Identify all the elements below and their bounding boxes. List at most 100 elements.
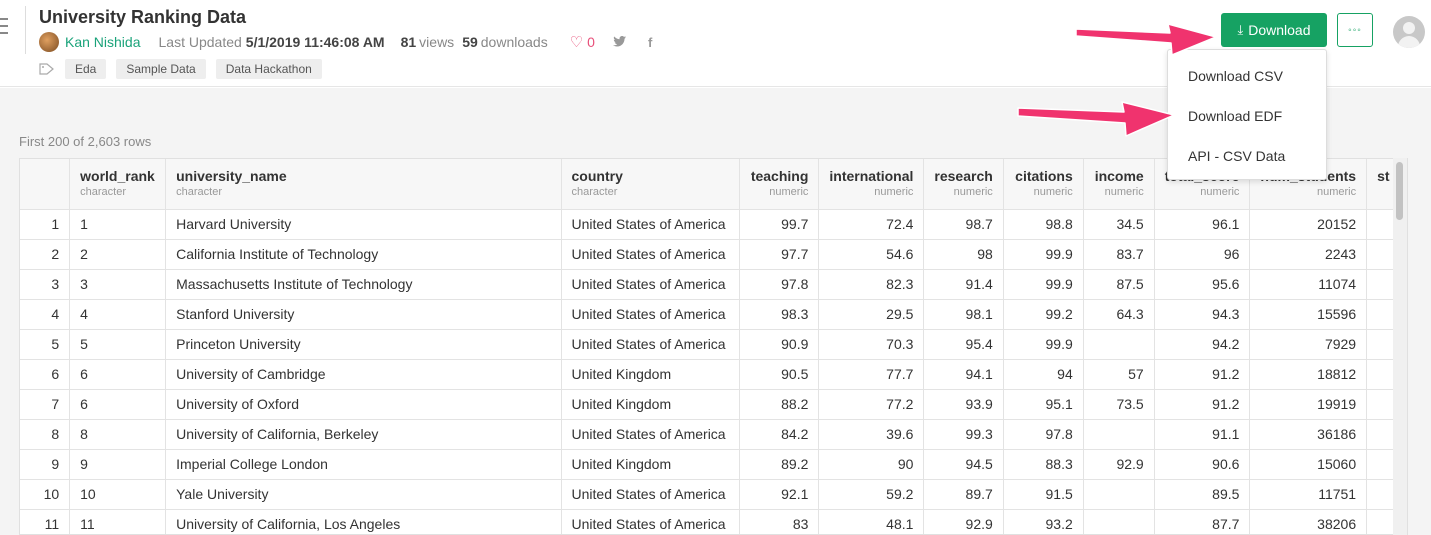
table-cell[interactable]: 98.8 (1003, 209, 1084, 240)
table-cell[interactable]: 93.2 (1003, 509, 1084, 534)
table-cell[interactable]: 72.4 (818, 209, 925, 240)
heart-icon[interactable]: ♡ (570, 33, 583, 51)
table-cell[interactable]: 57 (1083, 359, 1155, 390)
table-cell[interactable]: 84.2 (739, 419, 820, 450)
download-edf-item[interactable]: Download EDF (1188, 108, 1282, 124)
table-cell[interactable]: 29.5 (818, 299, 925, 330)
column-header[interactable]: world_rank character (69, 159, 167, 210)
table-cell[interactable]: 97.8 (739, 269, 820, 300)
table-cell[interactable]: 98.7 (923, 209, 1004, 240)
scrollbar-thumb[interactable] (1396, 162, 1403, 220)
table-row[interactable]: 1 1 Harvard University United States of Ame… (20, 209, 1407, 240)
column-header[interactable]: international numeric (818, 159, 925, 210)
table-cell[interactable]: 97.7 (739, 239, 820, 270)
table-row[interactable]: 10 10 Yale University United States of Amer… (20, 479, 1407, 510)
api-csv-data-item[interactable]: API - CSV Data (1188, 148, 1285, 164)
table-cell[interactable]: 70.3 (818, 329, 925, 360)
table-cell[interactable]: Massachusetts Institute of Technology (165, 269, 562, 300)
tag-chip[interactable]: Eda (65, 59, 107, 79)
table-cell[interactable]: 99.9 (1003, 269, 1084, 300)
table-cell[interactable]: 1 (69, 209, 167, 240)
table-cell[interactable]: 91.5 (1003, 479, 1084, 510)
table-cell[interactable]: 96 (1154, 239, 1251, 270)
table-row[interactable]: 11 11 University of California, Los Angele… (20, 509, 1407, 534)
table-cell[interactable]: 10 (69, 479, 167, 510)
author-link[interactable]: Kan Nishida (65, 34, 141, 50)
table-cell[interactable] (1083, 479, 1155, 510)
table-cell[interactable]: 92.1 (739, 479, 820, 510)
table-cell[interactable]: 8 (69, 419, 167, 450)
table-cell[interactable]: United States of America (561, 299, 741, 330)
table-cell[interactable]: 2243 (1249, 239, 1368, 270)
table-cell[interactable]: 36186 (1249, 419, 1368, 450)
table-cell[interactable]: 6 (69, 359, 167, 390)
table-cell[interactable]: 54.6 (818, 239, 925, 270)
table-cell[interactable]: 97.8 (1003, 419, 1084, 450)
vertical-scrollbar[interactable] (1393, 158, 1407, 535)
table-cell[interactable]: 94.1 (923, 359, 1004, 390)
table-cell[interactable]: 34.5 (1083, 209, 1155, 240)
table-cell[interactable]: 88.2 (739, 389, 820, 420)
table-cell[interactable]: 91.2 (1154, 359, 1251, 390)
table-cell[interactable]: 93.9 (923, 389, 1004, 420)
table-cell[interactable]: 92.9 (923, 509, 1004, 534)
user-avatar[interactable] (1393, 16, 1425, 48)
table-cell[interactable]: 64.3 (1083, 299, 1155, 330)
table-cell[interactable]: 83 (739, 509, 820, 534)
table-cell[interactable]: 11074 (1249, 269, 1368, 300)
tag-chip[interactable]: Sample Data (116, 59, 206, 79)
table-cell[interactable]: 96.1 (1154, 209, 1251, 240)
table-cell[interactable]: 9 (69, 449, 167, 480)
table-cell[interactable]: 87.7 (1154, 509, 1251, 534)
table-cell[interactable]: United Kingdom (561, 389, 741, 420)
table-cell[interactable]: 39.6 (818, 419, 925, 450)
table-cell[interactable]: 98.1 (923, 299, 1004, 330)
table-cell[interactable]: 18812 (1249, 359, 1368, 390)
table-cell[interactable]: 87.5 (1083, 269, 1155, 300)
table-cell[interactable]: 99.7 (739, 209, 820, 240)
table-cell[interactable]: 77.7 (818, 359, 925, 390)
table-row[interactable]: 9 9 Imperial College London United Kingdom 8… (20, 449, 1407, 480)
table-row[interactable]: 6 6 University of Cambridge United Kingdom 9… (20, 359, 1407, 390)
table-row[interactable]: 3 3 Massachusetts Institute of Technology U… (20, 269, 1407, 300)
table-cell[interactable]: 83.7 (1083, 239, 1155, 270)
table-cell[interactable]: 91.1 (1154, 419, 1251, 450)
column-header[interactable]: citations numeric (1003, 159, 1084, 210)
table-cell[interactable]: 38206 (1249, 509, 1368, 534)
table-cell[interactable] (1083, 419, 1155, 450)
table-cell[interactable]: 4 (69, 299, 167, 330)
table-cell[interactable]: Harvard University (165, 209, 562, 240)
table-cell[interactable]: 98 (923, 239, 1004, 270)
table-cell[interactable] (1083, 509, 1155, 534)
table-cell[interactable]: 48.1 (818, 509, 925, 534)
more-options-button[interactable]: ◦◦◦ (1337, 13, 1373, 47)
table-cell[interactable]: 95.4 (923, 329, 1004, 360)
table-cell[interactable]: 94.3 (1154, 299, 1251, 330)
table-row[interactable]: 8 8 University of California, Berkeley Unit… (20, 419, 1407, 450)
table-cell[interactable]: 90.5 (739, 359, 820, 390)
table-cell[interactable]: 91.2 (1154, 389, 1251, 420)
table-cell[interactable]: 95.1 (1003, 389, 1084, 420)
table-cell[interactable]: 59.2 (818, 479, 925, 510)
table-cell[interactable]: 11 (69, 509, 167, 534)
table-cell[interactable]: 77.2 (818, 389, 925, 420)
table-cell[interactable]: 89.2 (739, 449, 820, 480)
twitter-icon[interactable] (612, 35, 626, 50)
table-cell[interactable]: 7929 (1249, 329, 1368, 360)
table-cell[interactable]: United Kingdom (561, 449, 741, 480)
table-cell[interactable]: Princeton University (165, 329, 562, 360)
table-cell[interactable]: 6 (69, 389, 167, 420)
table-cell[interactable]: United States of America (561, 329, 741, 360)
table-cell[interactable]: United States of America (561, 209, 741, 240)
table-cell[interactable]: United States of America (561, 269, 741, 300)
facebook-icon[interactable]: f (648, 35, 652, 50)
table-cell[interactable]: United States of America (561, 419, 741, 450)
table-cell[interactable]: 5 (69, 329, 167, 360)
download-csv-item[interactable]: Download CSV (1188, 68, 1283, 84)
column-header[interactable]: research numeric (923, 159, 1004, 210)
column-header[interactable]: teaching numeric (739, 159, 820, 210)
table-cell[interactable]: United Kingdom (561, 359, 741, 390)
table-cell[interactable]: 94.2 (1154, 329, 1251, 360)
table-cell[interactable]: 2 (69, 239, 167, 270)
table-row[interactable]: 2 2 California Institute of Technology Unit… (20, 239, 1407, 270)
